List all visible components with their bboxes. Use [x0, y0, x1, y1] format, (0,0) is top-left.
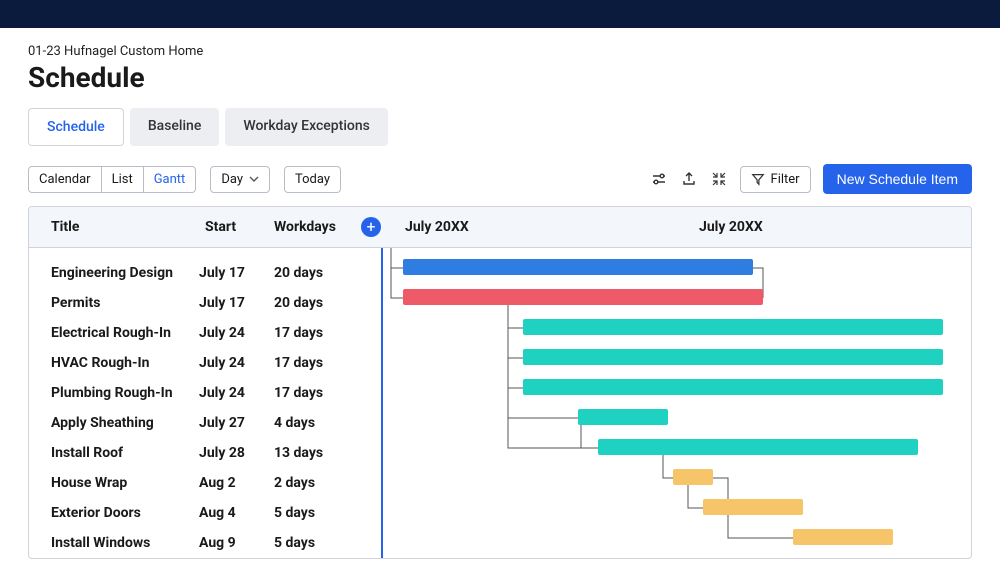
task-title: Engineering Design — [29, 265, 199, 281]
task-workdays: 17 days — [274, 385, 359, 401]
task-title: Permits — [29, 295, 199, 311]
task-workdays: 20 days — [274, 295, 359, 311]
task-title: Electrical Rough-In — [29, 325, 199, 341]
table-row[interactable]: House WrapAug 22 days — [29, 468, 381, 498]
gantt-bar[interactable] — [578, 409, 668, 425]
column-title[interactable]: Title — [29, 207, 199, 247]
app-topbar — [0, 0, 1000, 28]
view-mode-segment: Calendar List Gantt — [28, 166, 196, 193]
chevron-down-icon — [249, 174, 259, 184]
table-row[interactable]: Plumbing Rough-InJuly 2417 days — [29, 378, 381, 408]
table-row[interactable]: Install RoofJuly 2813 days — [29, 438, 381, 468]
task-title: HVAC Rough-In — [29, 355, 199, 371]
share-icon[interactable] — [680, 170, 698, 188]
gantt-row — [383, 252, 971, 282]
task-workdays: 5 days — [274, 535, 359, 551]
gantt-row — [383, 522, 971, 552]
filter-icon — [751, 172, 765, 186]
gantt-row — [383, 372, 971, 402]
task-workdays: 4 days — [274, 415, 359, 431]
task-title: House Wrap — [29, 475, 199, 491]
view-calendar[interactable]: Calendar — [29, 167, 102, 192]
task-workdays: 20 days — [274, 265, 359, 281]
tab-workday-exceptions[interactable]: Workday Exceptions — [225, 108, 388, 146]
new-schedule-item-button[interactable]: New Schedule Item — [823, 164, 972, 194]
time-unit-label: Day — [221, 172, 243, 187]
gantt-bar[interactable] — [598, 439, 918, 455]
gantt-bar[interactable] — [793, 529, 893, 545]
table-row[interactable]: Apply SheathingJuly 274 days — [29, 408, 381, 438]
gantt-month-1: July 20XX — [383, 207, 677, 247]
table-row[interactable]: Electrical Rough-InJuly 2417 days — [29, 318, 381, 348]
task-title: Plumbing Rough-In — [29, 385, 199, 401]
gantt-row — [383, 342, 971, 372]
page-title: Schedule — [28, 61, 972, 94]
table-row[interactable]: HVAC Rough-InJuly 2417 days — [29, 348, 381, 378]
task-title: Install Roof — [29, 445, 199, 461]
task-workdays: 17 days — [274, 355, 359, 371]
gantt-month-2: July 20XX — [677, 207, 971, 247]
today-button[interactable]: Today — [284, 166, 341, 193]
task-start: July 28 — [199, 445, 274, 461]
task-workdays: 5 days — [274, 505, 359, 521]
task-title: Install Windows — [29, 535, 199, 551]
task-start: Aug 2 — [199, 475, 274, 491]
filter-button[interactable]: Filter — [740, 166, 811, 193]
gantt-bar[interactable] — [403, 259, 753, 275]
gantt-row — [383, 282, 971, 312]
sliders-icon[interactable] — [650, 170, 668, 188]
tab-bar: Schedule Baseline Workday Exceptions — [28, 108, 972, 146]
gantt-row — [383, 492, 971, 522]
task-start: July 17 — [199, 265, 274, 281]
view-gantt[interactable]: Gantt — [144, 167, 196, 192]
time-unit-select[interactable]: Day — [210, 166, 270, 193]
task-start: July 24 — [199, 325, 274, 341]
gantt-row — [383, 312, 971, 342]
add-column-button[interactable]: + — [361, 217, 381, 237]
task-start: July 27 — [199, 415, 274, 431]
filter-label: Filter — [771, 172, 800, 187]
gantt-bar[interactable] — [703, 499, 803, 515]
task-start: Aug 9 — [199, 535, 274, 551]
task-workdays: 13 days — [274, 445, 359, 461]
column-workdays[interactable]: Workdays — [274, 207, 359, 247]
table-row[interactable]: Engineering DesignJuly 1720 days — [29, 258, 381, 288]
task-start: July 24 — [199, 385, 274, 401]
gantt-row — [383, 402, 971, 432]
gantt-bar[interactable] — [523, 379, 943, 395]
gantt-bar[interactable] — [523, 349, 943, 365]
gantt-bar[interactable] — [403, 289, 763, 305]
breadcrumb[interactable]: 01-23 Hufnagel Custom Home — [28, 44, 972, 59]
table-row[interactable]: Exterior DoorsAug 45 days — [29, 498, 381, 528]
task-start: Aug 4 — [199, 505, 274, 521]
task-title: Apply Sheathing — [29, 415, 199, 431]
tab-baseline[interactable]: Baseline — [130, 108, 220, 146]
task-start: July 24 — [199, 355, 274, 371]
tab-schedule[interactable]: Schedule — [28, 108, 124, 146]
collapse-icon[interactable] — [710, 170, 728, 188]
task-workdays: 17 days — [274, 325, 359, 341]
task-workdays: 2 days — [274, 475, 359, 491]
gantt-bar[interactable] — [523, 319, 943, 335]
task-title: Exterior Doors — [29, 505, 199, 521]
table-row[interactable]: Install WindowsAug 95 days — [29, 528, 381, 558]
table-row[interactable]: PermitsJuly 1720 days — [29, 288, 381, 318]
schedule-grid: Title Start Workdays + July 20XX July 20… — [28, 206, 972, 559]
gantt-row — [383, 432, 971, 462]
view-list[interactable]: List — [102, 167, 144, 192]
column-start[interactable]: Start — [199, 207, 274, 247]
gantt-bar[interactable] — [673, 469, 713, 485]
task-start: July 17 — [199, 295, 274, 311]
gantt-row — [383, 462, 971, 492]
